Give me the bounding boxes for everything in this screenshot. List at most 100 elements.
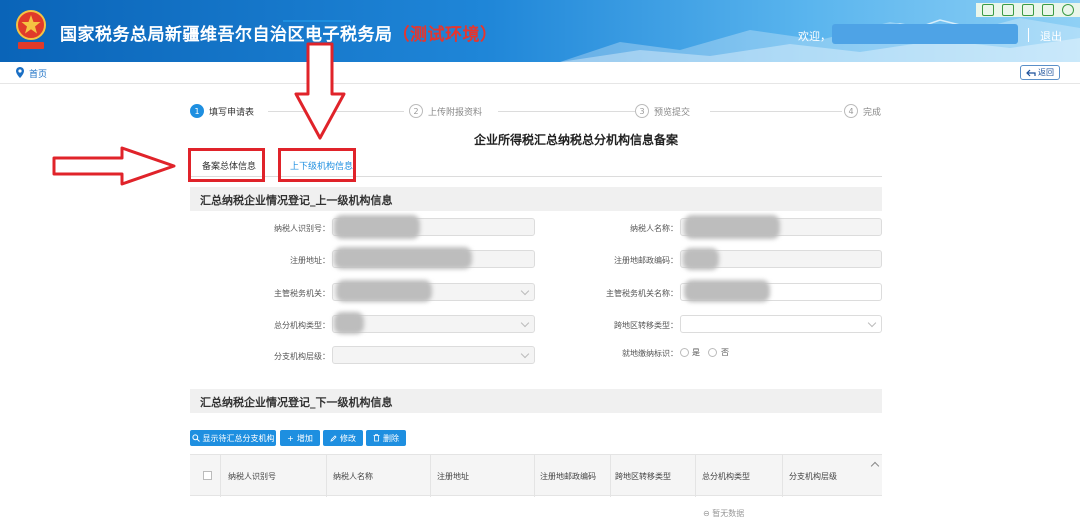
red-arrow-down-icon <box>294 42 346 140</box>
column-divider <box>326 455 327 497</box>
pencil-icon <box>330 434 337 442</box>
active-tab-indicator <box>283 20 351 22</box>
step-label: 上传附报资料 <box>428 107 483 118</box>
step-label: 填写申请表 <box>209 107 255 118</box>
step-label: 完成 <box>863 107 882 118</box>
delete-button[interactable]: 删除 <box>366 430 406 446</box>
column-header: 注册地邮政编码 <box>540 472 596 481</box>
highlight-box-overview-tab <box>188 148 265 182</box>
branch-level-select <box>332 346 535 364</box>
section-upper-org: 汇总纳税企业情况登记_上一级机构信息 <box>190 187 882 211</box>
step-3: 3 预览提交 <box>635 104 695 118</box>
label-taxpayer-id: 纳税人识别号： <box>274 224 330 233</box>
step-2: 2 上传附报资料 <box>409 104 487 118</box>
section-lower-title: 汇总纳税企业情况登记_下一级机构信息 <box>200 396 393 409</box>
add-button[interactable]: + 增加 <box>280 430 320 446</box>
expand-icon[interactable] <box>1002 4 1014 16</box>
label-branch-level: 分支机构层级： <box>274 352 330 361</box>
section-upper-title: 汇总纳税企业情况登记_上一级机构信息 <box>200 194 393 207</box>
logout-link[interactable]: 退出 <box>1040 28 1062 44</box>
empty-state: ⊖ 暂无数据 <box>703 508 744 519</box>
step-4: 4 完成 <box>844 104 886 118</box>
export-icon[interactable] <box>1042 4 1054 16</box>
label-branch-type: 总分机构类型： <box>274 321 330 330</box>
column-divider <box>782 455 783 497</box>
app-title: 国家税务总局新疆维吾尔自治区电子税务局（测试环境） <box>60 20 498 45</box>
column-header: 总分机构类型 <box>702 472 750 481</box>
show-branches-button[interactable]: 显示待汇总分支机构 <box>190 430 276 446</box>
qr-icon[interactable] <box>1022 4 1034 16</box>
branch-table-header: 纳税人识别号 纳税人名称 注册地址 注册地邮政编码 跨地区转移类型 总分机构类型… <box>190 454 882 497</box>
column-header: 纳税人名称 <box>333 472 373 481</box>
step-connector <box>498 111 636 112</box>
label-reg-postcode: 注册地邮政编码： <box>614 256 678 265</box>
chevron-down-icon <box>867 318 877 328</box>
label-tax-authority: 主管税务机关： <box>274 289 330 298</box>
label-cross-region-type: 跨地区转移类型： <box>614 321 678 330</box>
environment-label: （测试环境） <box>392 25 498 45</box>
app-header: 国家税务总局新疆维吾尔自治区电子税务局（测试环境） 欢迎， 退出 <box>0 0 1080 62</box>
header-separator <box>1028 28 1029 42</box>
step-label: 预览提交 <box>654 107 691 118</box>
column-divider <box>430 455 431 497</box>
step-number: 3 <box>635 104 649 118</box>
radio-yes[interactable] <box>680 348 689 357</box>
label-local-tax-flag: 就地缴纳标识： <box>622 349 678 358</box>
edit-button-label: 修改 <box>340 433 356 443</box>
column-divider <box>695 455 696 497</box>
add-button-label: 增加 <box>296 433 313 443</box>
step-number: 1 <box>190 104 204 118</box>
cross-region-type-select[interactable] <box>680 315 882 333</box>
step-number: 2 <box>409 104 423 118</box>
edit-button[interactable]: 修改 <box>323 430 363 446</box>
search-icon <box>191 434 200 442</box>
label-reg-address: 注册地址： <box>290 256 330 265</box>
highlight-box-hierarchy-tab <box>278 148 356 182</box>
section-lower-org: 汇总纳税企业情况登记_下一级机构信息 <box>190 389 882 413</box>
column-header: 分支机构层级 <box>789 472 837 481</box>
trash-icon <box>373 434 380 442</box>
breadcrumb: 首页 返回 <box>0 62 1080 84</box>
radio-yes-label: 是 <box>692 348 700 357</box>
redacted-username <box>832 24 1018 44</box>
select-all-checkbox[interactable] <box>203 471 212 480</box>
redacted-value <box>336 280 432 302</box>
redacted-value <box>334 215 420 239</box>
red-arrow-right-icon <box>52 146 176 186</box>
chevron-down-icon <box>520 286 530 296</box>
show-branches-label: 显示待汇总分支机构 <box>202 433 275 443</box>
back-arrow-icon <box>1026 69 1036 76</box>
chevron-down-icon <box>520 349 530 359</box>
redacted-value <box>683 248 719 270</box>
column-header: 跨地区转移类型 <box>615 472 671 481</box>
redacted-value <box>684 280 770 302</box>
breadcrumb-home[interactable]: 首页 <box>29 67 47 80</box>
column-divider <box>610 455 611 497</box>
column-header: 纳税人识别号 <box>228 472 276 481</box>
national-emblem-icon <box>16 10 46 49</box>
radio-no[interactable] <box>708 348 717 357</box>
empty-circle-icon: ⊖ <box>703 509 710 518</box>
label-taxpayer-name: 纳税人名称： <box>630 224 678 233</box>
step-1: 1 填写申请表 <box>190 104 259 118</box>
chevron-down-icon <box>520 318 530 328</box>
redacted-value <box>334 312 364 334</box>
settings-icon[interactable] <box>1062 4 1074 16</box>
label-tax-authority-name: 主管税务机关名称： <box>606 289 678 298</box>
plus-icon: + <box>287 433 294 443</box>
back-button-label: 返回 <box>1038 68 1054 77</box>
radio-no-label: 否 <box>721 348 729 357</box>
back-button[interactable]: 返回 <box>1020 65 1060 80</box>
window-icon[interactable] <box>982 4 994 16</box>
welcome-text: 欢迎， <box>798 30 831 43</box>
column-divider <box>220 455 221 497</box>
step-number: 4 <box>844 104 858 118</box>
window-icon-bar <box>976 3 1080 17</box>
empty-text: 暂无数据 <box>712 509 745 518</box>
step-connector <box>710 111 842 112</box>
column-divider <box>534 455 535 497</box>
redacted-value <box>334 247 472 269</box>
column-header: 注册地址 <box>437 472 469 481</box>
scroll-up-icon[interactable] <box>870 461 880 471</box>
location-pin-icon <box>16 67 24 78</box>
